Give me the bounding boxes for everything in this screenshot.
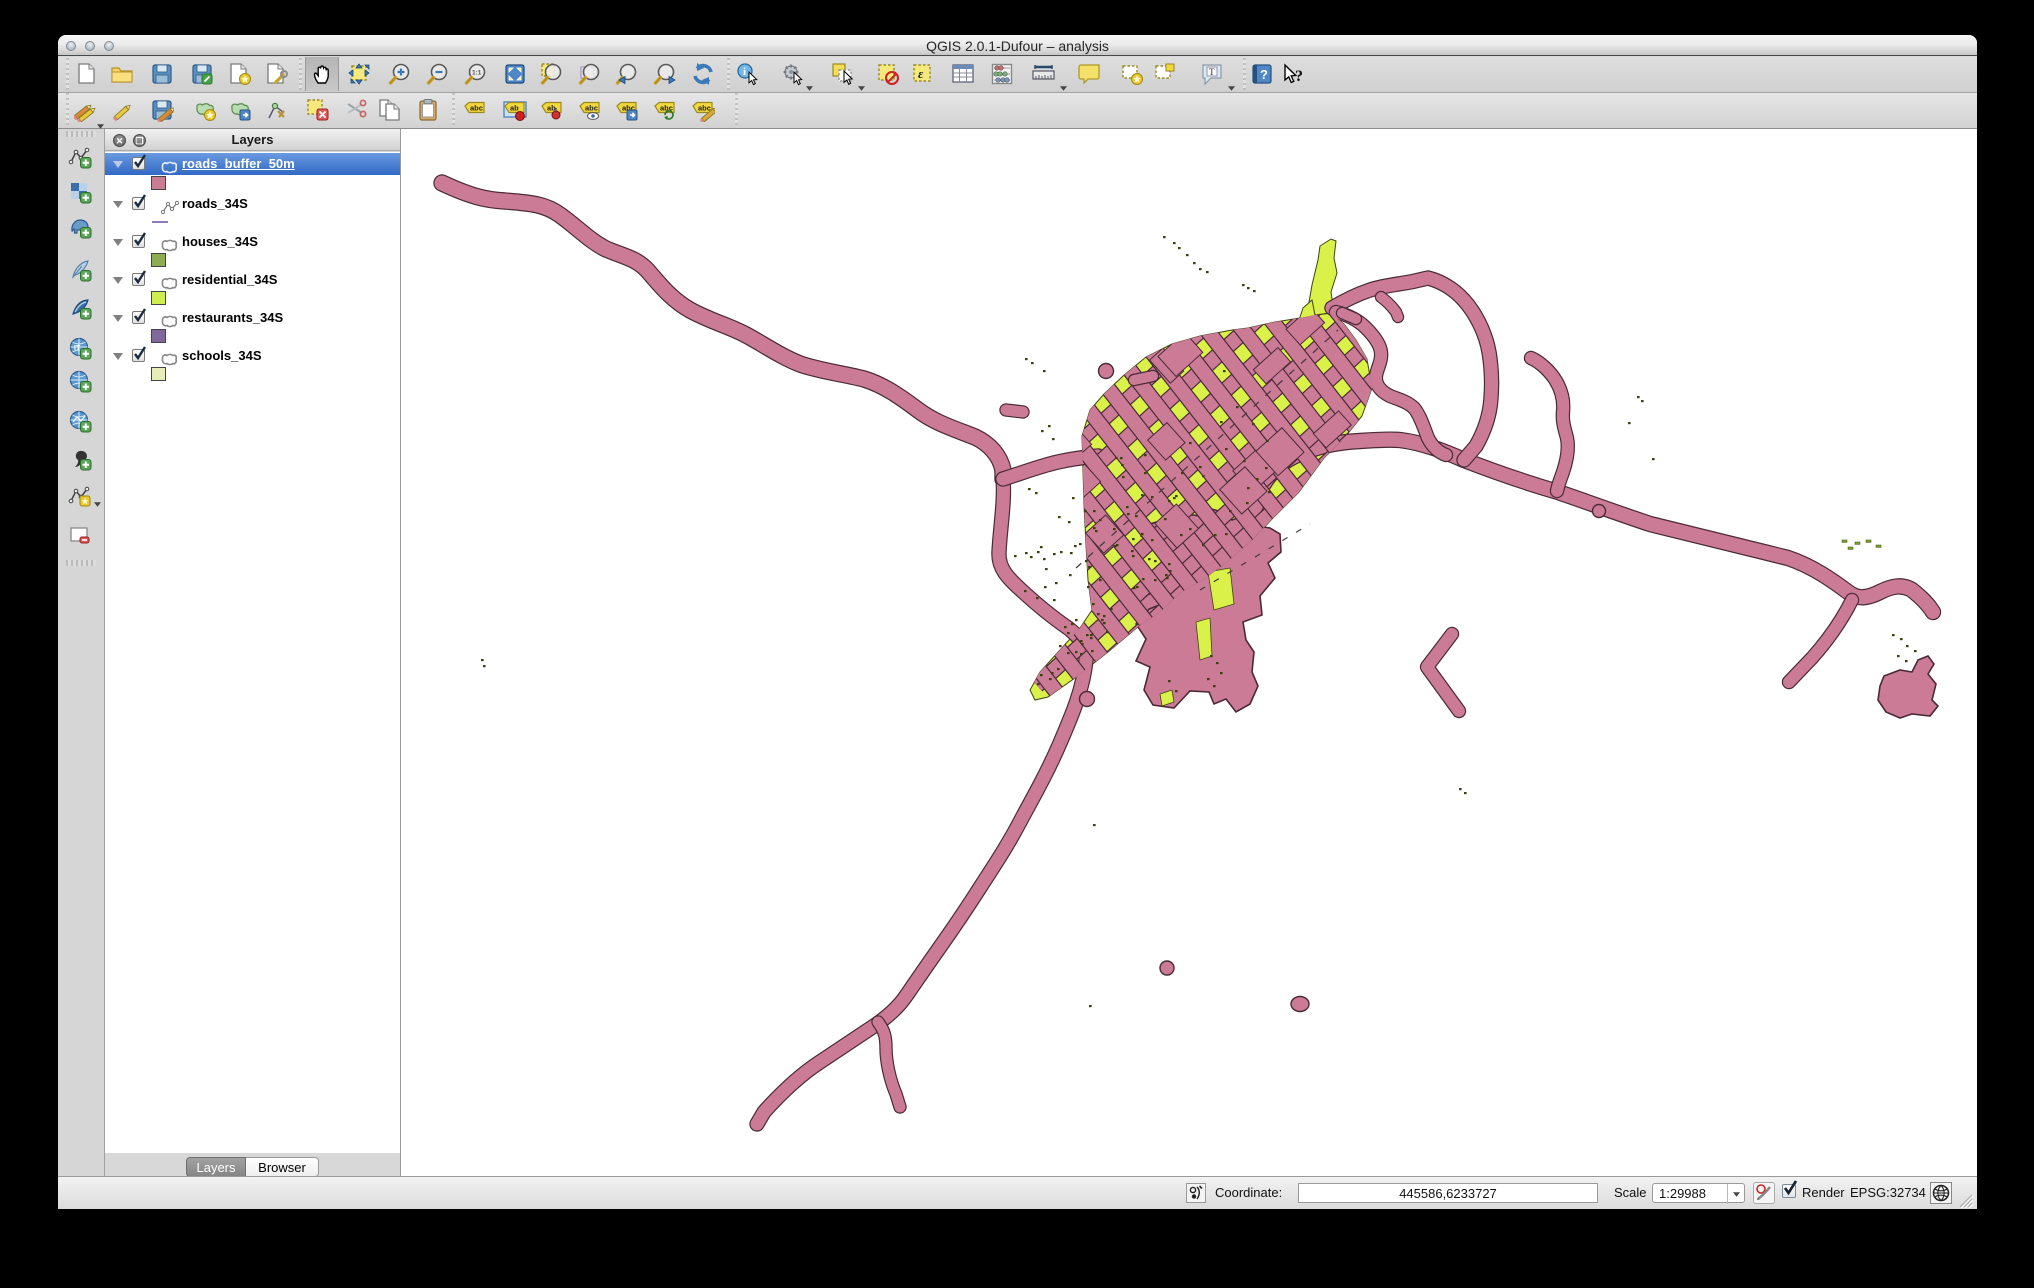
svg-text:abc: abc xyxy=(585,104,598,113)
svg-text:i: i xyxy=(743,66,746,78)
svg-text:ε: ε xyxy=(918,66,924,81)
svg-text:?: ? xyxy=(1260,67,1268,82)
svg-text:T: T xyxy=(1209,67,1215,77)
svg-text:abc: abc xyxy=(698,104,711,113)
svg-text:abc: abc xyxy=(470,104,483,113)
svg-text:?: ? xyxy=(1295,68,1303,85)
svg-text:IT: IT xyxy=(74,345,81,352)
svg-text:ab: ab xyxy=(510,104,519,113)
svg-text:1:1: 1:1 xyxy=(472,70,482,77)
